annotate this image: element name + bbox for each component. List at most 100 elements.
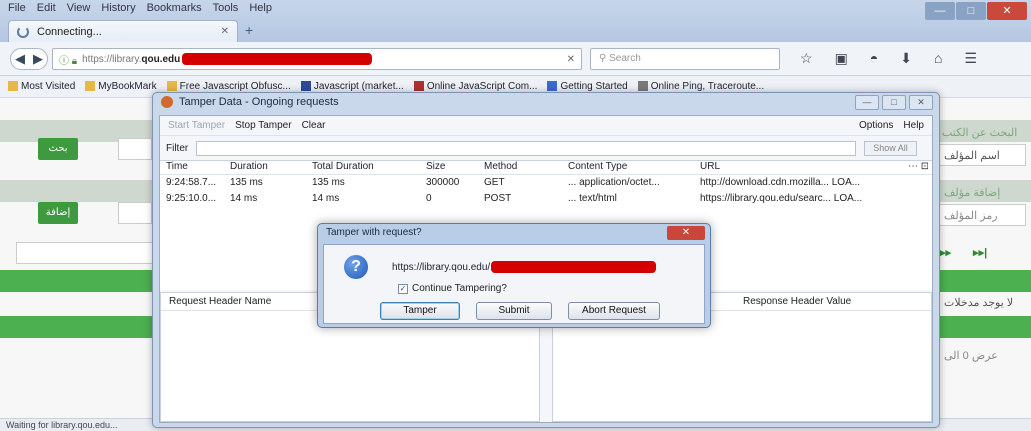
showing-text: عرض 0 الى bbox=[944, 350, 998, 362]
dialog-url: https://library.qou.edu/ bbox=[392, 261, 657, 273]
col-total-duration[interactable]: Total Duration bbox=[312, 161, 422, 172]
continue-tampering-checkbox[interactable]: ✓ Continue Tampering? bbox=[398, 283, 507, 294]
cell-total: 14 ms bbox=[312, 193, 340, 204]
column-picker-icon[interactable]: ⋯ ⊡ bbox=[908, 161, 928, 172]
cell-time: 9:24:58.7... bbox=[166, 177, 217, 188]
forward-arrow-icon[interactable]: ▶ bbox=[33, 51, 43, 67]
cell-total: 135 ms bbox=[312, 177, 345, 188]
next-page-icon[interactable]: ▸▸ bbox=[940, 246, 951, 259]
submit-button[interactable]: Submit bbox=[476, 302, 552, 320]
table-header: Time Duration Total Duration Size Method… bbox=[160, 161, 932, 175]
bookmark-item[interactable]: Getting Started bbox=[547, 81, 628, 92]
back-forward-buttons[interactable]: ◀ ▶ bbox=[10, 48, 48, 70]
table-row[interactable]: 9:25:10.0... 14 ms 14 ms 0 POST ... text… bbox=[160, 193, 932, 207]
browser-tab[interactable]: Connecting... ✕ bbox=[8, 20, 238, 42]
folder-icon bbox=[166, 81, 177, 92]
add-field[interactable] bbox=[118, 202, 152, 224]
search-field[interactable] bbox=[118, 138, 152, 160]
page-icon bbox=[547, 81, 558, 92]
tamper-request-dialog: Tamper with request? ✕ ? https://library… bbox=[317, 223, 711, 328]
page-icon bbox=[413, 81, 424, 92]
col-duration[interactable]: Duration bbox=[230, 161, 310, 172]
home-icon[interactable]: ⌂ bbox=[934, 50, 942, 67]
menu-help[interactable]: Help bbox=[249, 2, 272, 14]
author-code-label: رمز المؤلف bbox=[944, 210, 998, 222]
clipboard-icon[interactable]: ▣ bbox=[835, 50, 848, 67]
add-button[interactable]: إضافة bbox=[38, 202, 78, 224]
dialog-close-button[interactable]: ✕ bbox=[667, 226, 705, 240]
bookmark-label: Free Javascript Obfusc... bbox=[179, 81, 291, 92]
abort-request-button[interactable]: Abort Request bbox=[568, 302, 660, 320]
menu-file[interactable]: File bbox=[8, 2, 26, 14]
cell-duration: 14 ms bbox=[230, 193, 258, 204]
bookmark-item[interactable]: Javascript (market... bbox=[300, 81, 404, 92]
redaction-mark bbox=[182, 53, 373, 65]
filter-input[interactable] bbox=[196, 140, 857, 156]
bookmark-item[interactable]: Free Javascript Obfusc... bbox=[166, 81, 291, 92]
tamper-button[interactable]: Tamper bbox=[380, 302, 460, 320]
cell-content-type: ... text/html bbox=[568, 193, 617, 204]
options-button[interactable]: Options bbox=[859, 120, 893, 131]
cell-method: GET bbox=[484, 177, 505, 188]
tab-title: Connecting... bbox=[37, 25, 102, 38]
window-controls: — □ ✕ bbox=[924, 2, 1027, 20]
loading-spinner-icon bbox=[17, 25, 29, 38]
table-row[interactable]: 9:24:58.7... 135 ms 135 ms 300000 GET ..… bbox=[160, 177, 932, 191]
menu-hamburger-icon[interactable]: ☰ bbox=[964, 50, 977, 67]
url-text: https://library.qou.edu bbox=[82, 54, 180, 65]
close-window-button[interactable]: ✕ bbox=[987, 2, 1027, 20]
start-tamper-button[interactable]: Start Tamper bbox=[168, 120, 225, 131]
menu-edit[interactable]: Edit bbox=[37, 2, 56, 14]
last-page-icon[interactable]: ▸▸| bbox=[973, 246, 987, 259]
lock-icon[interactable]: ⓘ 🔒︎ bbox=[59, 52, 77, 67]
bookmark-label: MyBookMark bbox=[98, 81, 157, 92]
back-arrow-icon[interactable]: ◀ bbox=[15, 51, 25, 67]
tamper-minimize-button[interactable]: — bbox=[855, 95, 879, 110]
new-tab-icon[interactable]: + bbox=[245, 22, 253, 38]
col-content-type[interactable]: Content Type bbox=[568, 161, 694, 172]
page-icon bbox=[637, 81, 648, 92]
cell-size: 300000 bbox=[426, 177, 460, 188]
bookmark-item[interactable]: Online Ping, Traceroute... bbox=[637, 81, 764, 92]
cell-size: 0 bbox=[426, 193, 432, 204]
col-size[interactable]: Size bbox=[426, 161, 478, 172]
folder-icon bbox=[8, 81, 18, 92]
stop-tamper-button[interactable]: Stop Tamper bbox=[235, 120, 292, 131]
maximize-button[interactable]: □ bbox=[956, 2, 986, 20]
menu-view[interactable]: View bbox=[67, 2, 91, 14]
tamper-maximize-button[interactable]: □ bbox=[882, 95, 906, 110]
url-clear-icon[interactable]: ✕ bbox=[567, 54, 575, 65]
bookmark-item[interactable]: Online JavaScript Com... bbox=[413, 81, 537, 92]
col-time[interactable]: Time bbox=[166, 161, 228, 172]
filter-field[interactable] bbox=[16, 242, 156, 264]
download-icon[interactable]: ⬇ bbox=[900, 50, 912, 67]
menu-history[interactable]: History bbox=[101, 2, 135, 14]
help-button[interactable]: Help bbox=[903, 120, 924, 131]
url-bar[interactable]: ⓘ 🔒︎ https://library.qou.edu ✕ bbox=[52, 48, 582, 70]
tamper-close-button[interactable]: ✕ bbox=[909, 95, 933, 110]
minimize-button[interactable]: — bbox=[925, 2, 955, 20]
tamper-data-icon bbox=[161, 96, 173, 108]
col-url[interactable]: URL bbox=[700, 161, 894, 172]
col-method[interactable]: Method bbox=[484, 161, 544, 172]
tab-close-icon[interactable]: ✕ bbox=[221, 26, 229, 37]
cell-method: POST bbox=[484, 193, 512, 204]
menu-tools[interactable]: Tools bbox=[213, 2, 239, 14]
folder-icon bbox=[85, 81, 96, 92]
pocket-icon[interactable]: ◓ bbox=[870, 50, 878, 67]
clear-button[interactable]: Clear bbox=[302, 120, 326, 131]
redaction-mark bbox=[491, 261, 657, 273]
bookmark-item[interactable]: Most Visited bbox=[8, 81, 75, 92]
show-all-button[interactable]: Show All bbox=[864, 140, 917, 156]
bookmark-star-icon[interactable]: ☆ bbox=[800, 50, 813, 67]
url-domain: qou.edu bbox=[141, 53, 181, 65]
search-button[interactable]: بحث bbox=[38, 138, 78, 160]
browser-titlebar: File Edit View History Bookmarks Tools H… bbox=[0, 0, 1031, 42]
bookmark-item[interactable]: MyBookMark bbox=[85, 81, 157, 92]
tamper-title-text: Tamper Data - Ongoing requests bbox=[179, 96, 339, 108]
search-input[interactable]: ⚲ Search bbox=[590, 48, 780, 70]
url-prefix: https://library. bbox=[82, 53, 142, 65]
menu-bookmarks[interactable]: Bookmarks bbox=[147, 2, 202, 14]
cell-time: 9:25:10.0... bbox=[166, 193, 217, 204]
checkbox-checked-icon[interactable]: ✓ bbox=[398, 283, 408, 294]
